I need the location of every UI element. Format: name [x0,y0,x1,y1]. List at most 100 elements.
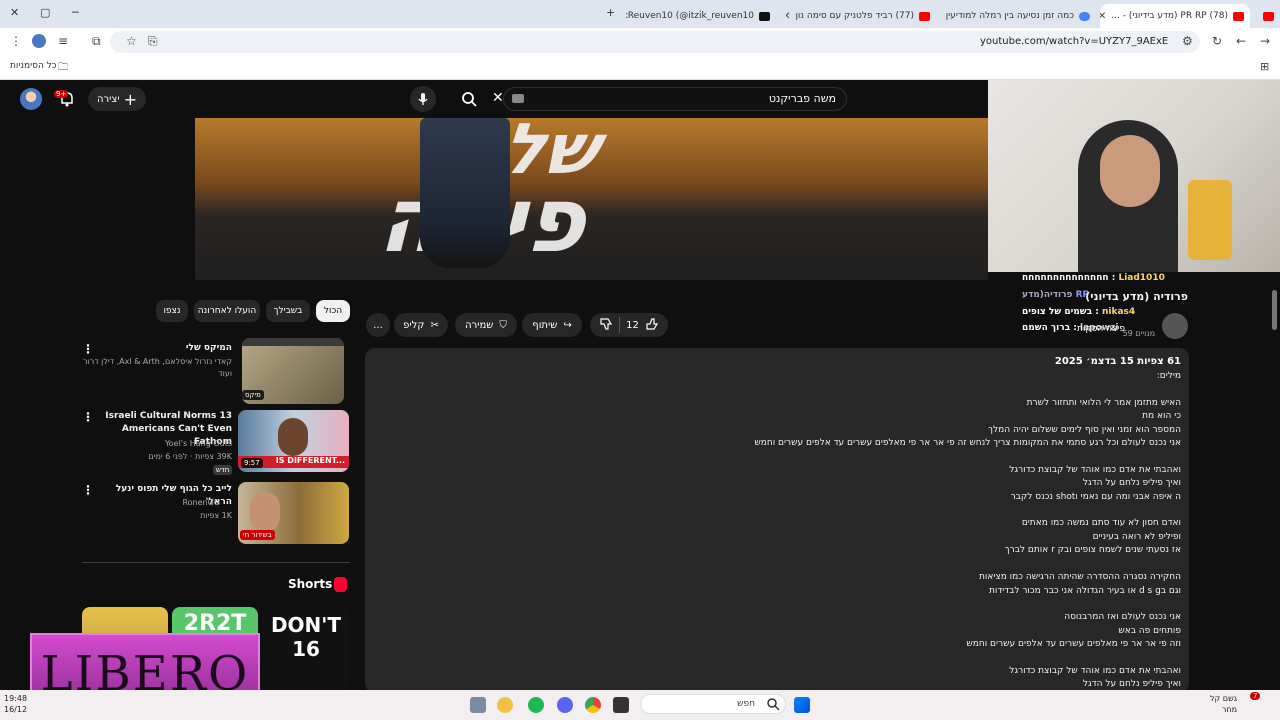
new-tab-button[interactable]: + [606,6,615,19]
description-body: מילים: האיש מתזמן אמר לי הלואי ותחזור לש… [754,371,1181,690]
cup-graphic [1188,180,1232,260]
chip-all[interactable]: הכול [316,300,350,322]
more-dots-icon: ... [373,319,383,331]
more-actions-button[interactable]: ... [366,313,390,337]
bookmark-icon: ⛉ [499,319,507,331]
voice-search-button[interactable] [410,86,436,112]
mix-stack-edge [242,338,344,346]
site-settings-icon[interactable]: ⚙ [1182,34,1193,48]
like-dislike-group: 12 [590,313,668,337]
tab-close-icon[interactable]: ✕ [786,11,790,22]
chip-watched[interactable]: נצפו [156,300,188,322]
browser-tab[interactable]: כמה זמן נסיעה בין רמלה למודיעין ✕ [946,4,1096,28]
tab-label: כמה זמן נסיעה בין רמלה למודיעין [946,11,1074,21]
rec-video-channel: RonenGG [182,498,220,507]
user-avatar[interactable] [20,88,42,110]
minimize-window-icon[interactable]: ─ [72,6,79,19]
profile-icon[interactable] [32,34,46,48]
tiktok-icon [759,11,770,21]
channel-avatar[interactable] [1162,313,1188,339]
duration-badge: מיקס [242,390,264,400]
menu-dots-icon[interactable]: ⋮ [10,34,22,48]
new-badge: חדש [213,465,233,475]
keyboard-icon[interactable] [512,94,524,103]
shorts-logo-icon [334,577,347,592]
shorts-heading: Shorts [288,577,333,591]
page-scrollbar[interactable] [1272,290,1277,330]
microphone-icon [418,93,428,105]
rec-video-stats: 39K צפיות · לפני 6 ימים [148,452,232,461]
reload-icon[interactable]: ↻ [1212,34,1222,48]
chat-message: nikas4 : בשמים של צופים [1022,307,1136,317]
terminal-icon[interactable] [613,697,629,713]
bookmarks-bar [0,56,1280,80]
more-options-icon[interactable]: ⋮ [82,483,94,497]
subscriber-count: 59 מנויים [1122,329,1155,338]
url-text[interactable]: youtube.com/watch?v=UYZY7_9AExE [980,36,1168,47]
clip-label: קליפ [403,319,425,331]
chat-message: Liad1010 : חחחחחחחחחחחחחח [1022,273,1165,283]
discord-icon[interactable] [557,697,573,713]
more-options-icon[interactable]: ⋮ [82,410,94,424]
browser-tab[interactable]: (77) רביד פלטניק עם סימה נון ✕ [786,4,936,28]
search-query-text[interactable]: משה פבריקנט [700,92,836,105]
forward-arrow-icon[interactable]: → [1260,34,1270,48]
rec-video-channel: Yoel's Hang Outs [164,439,232,448]
dislike-button[interactable] [599,317,613,334]
app-icon[interactable] [497,697,513,713]
restore-window-icon[interactable]: ▢ [40,6,50,19]
description-header: 61 צפיות 15 בדצמ׳ 2025 [1054,356,1181,367]
all-bookmarks-link[interactable]: כל הסימניות [10,61,57,71]
clock-time: 19:48 [4,694,28,703]
thumbs-up-icon [646,317,658,330]
pill-divider [619,317,621,333]
weather-widget[interactable]: גשם קל מחר [1210,693,1237,715]
calculator-icon[interactable] [470,697,486,713]
create-label: יצירה [97,93,120,105]
browser-tab[interactable]: ItzikReuven10 (@itzik_reuven10 ✕ [626,4,776,28]
browser-tab-active[interactable]: (78) PR RP (מדע בידיוני) - ... ✕ [1100,4,1250,28]
bookmark-star-icon[interactable]: ☆ [126,34,137,48]
grid-apps-icon[interactable]: ⊞ [1260,60,1269,73]
share-arrow-icon: ↪ [563,319,572,331]
tab-label: (78) PR RP (מדע בידיוני) - ... [1111,11,1228,21]
install-app-icon[interactable]: ⎘ [148,34,158,49]
extensions-icon[interactable]: ⧉ [92,34,101,49]
share-label: שיתוף [532,319,558,331]
save-button[interactable]: שמירה ⛉ [455,313,517,337]
taskbar-search-input[interactable]: חפש [640,694,786,714]
close-window-icon[interactable]: ✕ [10,6,19,19]
thumbs-down-icon [600,317,613,330]
youtube-icon [1263,11,1274,21]
media-control-icon[interactable]: ≡ [58,34,68,48]
streamer-face [1100,135,1160,207]
clear-search-icon[interactable]: ✕ [492,90,504,106]
youtube-icon [919,11,930,21]
search-icon [462,92,477,107]
clock-date: 16/12 [4,705,28,714]
chip-for-you[interactable]: בשבילך [266,300,310,322]
clip-button[interactable]: קליפ ✂ [394,313,448,337]
youtube-icon [1233,11,1244,21]
back-arrow-icon[interactable]: ← [1236,34,1246,48]
description-box[interactable]: 61 צפיות 15 בדצמ׳ 2025 מילים: האיש מתזמן… [365,348,1189,693]
taskbar-clock[interactable]: 19:48 16/12 [4,693,27,715]
share-button[interactable]: שיתוף ↪ [522,313,582,337]
rec-video-title[interactable]: המיקס שלי [96,342,232,355]
weather-text: גשם קל [1210,694,1238,703]
live-badge: בשידור חי [240,530,275,540]
create-button[interactable]: יצירה + [88,87,146,111]
video-player[interactable]: שלום פיצה [195,118,988,280]
spotify-icon[interactable] [528,697,544,713]
more-options-icon[interactable]: ⋮ [82,342,94,356]
short-thumbnail[interactable]: DON'T 16 [262,607,350,690]
browser-tab[interactable] [1252,4,1280,28]
tab-label: (77) רביד פלטניק עם סימה נון [795,11,914,21]
chip-recent[interactable]: הועלו לאחרונה [194,300,260,322]
like-count: 12 [626,319,639,331]
like-button[interactable] [645,317,659,334]
windows-start-icon[interactable] [794,697,810,713]
tab-close-icon[interactable]: ✕ [1100,11,1106,22]
search-button[interactable] [450,87,488,111]
chrome-icon[interactable] [585,697,601,713]
